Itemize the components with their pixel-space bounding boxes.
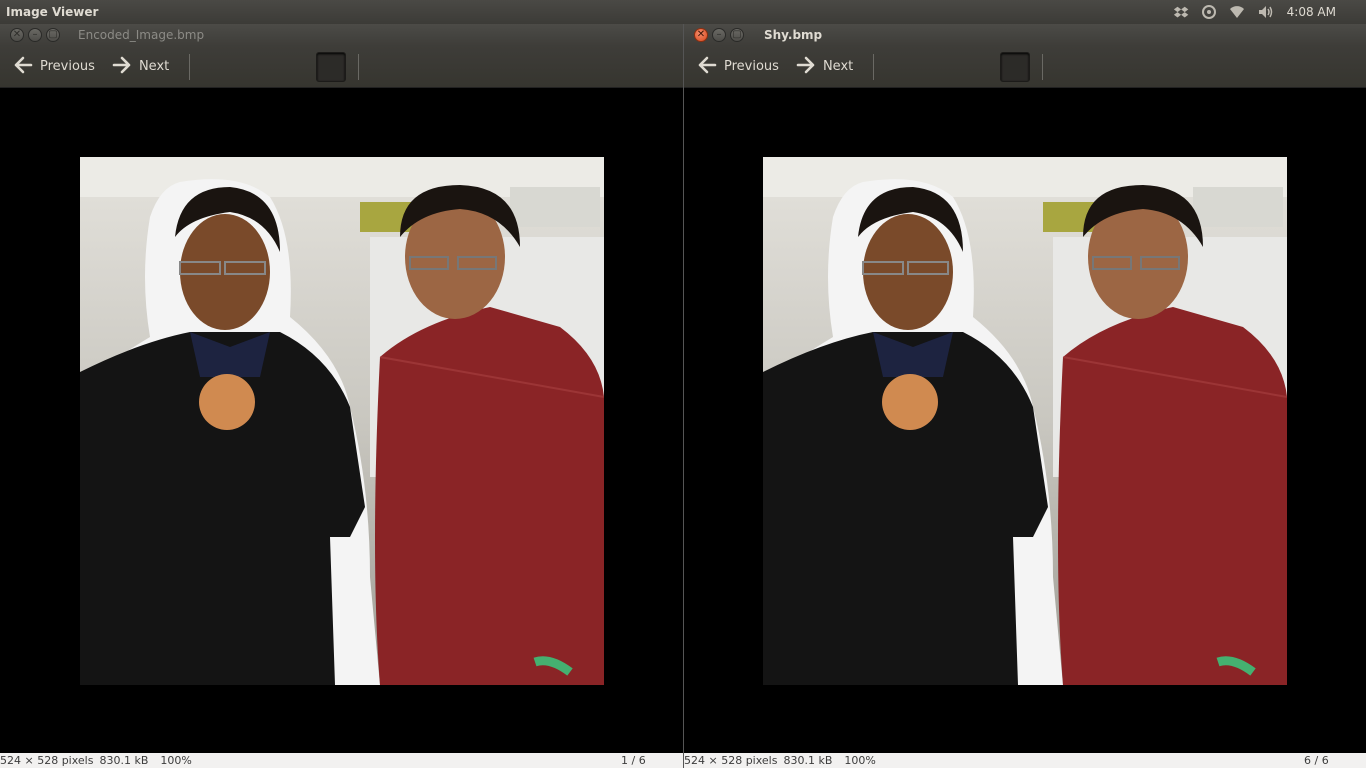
toolbar-separator: [1042, 53, 1044, 80]
toolbar-separator: [873, 53, 875, 80]
next-button[interactable]: Next: [791, 51, 865, 83]
image-viewport[interactable]: [0, 89, 683, 753]
zoom-in-button[interactable]: [202, 52, 238, 92]
maximize-button[interactable]: ▢: [46, 28, 60, 42]
statusbar: 524 × 528 pixels 830.1 kB 100% 6 / 6: [684, 753, 1366, 768]
arrow-right-icon: [111, 54, 133, 80]
arrow-left-icon: [12, 54, 34, 80]
photo-right: [763, 157, 1287, 685]
arrow-right-icon: [795, 54, 817, 80]
statusbar: 524 × 528 pixels 830.1 kB 100% 1 / 6: [0, 753, 683, 768]
clock[interactable]: 4:08 AM: [1279, 5, 1366, 19]
status-zoom: 100%: [844, 754, 876, 767]
rotate-right-button[interactable]: [1093, 52, 1129, 93]
indicator-area: 4:08 AM: [1167, 0, 1366, 24]
previous-label: Previous: [40, 59, 95, 74]
maximize-icon: ▢: [732, 29, 742, 40]
normal-size-button[interactable]: [278, 52, 314, 92]
rotate-left-button[interactable]: [1055, 52, 1090, 93]
wifi-icon[interactable]: [1223, 0, 1251, 24]
close-button[interactable]: ✕: [694, 28, 708, 42]
window-title: Shy.bmp: [764, 28, 823, 42]
best-fit-button[interactable]: [316, 51, 352, 92]
viewer-window-right: ✕ – ▢ Shy.bmp Previous Next 524 × 528 pi…: [683, 24, 1366, 768]
toolbar: Previous Next: [684, 46, 1366, 93]
next-label: Next: [822, 59, 854, 74]
maximize-icon: ▢: [48, 29, 58, 40]
status-filesize: 830.1 kB: [783, 754, 833, 767]
dropbox-icon[interactable]: [1167, 0, 1195, 24]
previous-button[interactable]: Previous: [8, 51, 107, 83]
close-button[interactable]: ✕: [10, 28, 24, 42]
zoom-out-button[interactable]: [240, 52, 276, 92]
best-fit-button[interactable]: [1000, 51, 1036, 92]
next-label: Next: [138, 59, 170, 74]
normal-size-button[interactable]: [962, 52, 998, 92]
photo-image: [80, 157, 604, 685]
arrow-left-icon: [696, 54, 718, 80]
photo-left: [80, 157, 604, 685]
rotate-right-button[interactable]: [409, 52, 445, 93]
toolbar-separator: [189, 53, 191, 80]
zoom-out-button[interactable]: [924, 52, 960, 92]
status-filesize: 830.1 kB: [99, 754, 149, 767]
status-dimensions: 524 × 528 pixels: [0, 754, 94, 767]
toolbar-separator: [358, 53, 360, 80]
maximize-button[interactable]: ▢: [730, 28, 744, 42]
volume-icon[interactable]: [1251, 0, 1279, 24]
image-viewport[interactable]: [684, 89, 1366, 753]
titlebar[interactable]: ✕ – ▢ Shy.bmp: [684, 24, 1366, 46]
top-panel: Image Viewer 4:08 AM: [0, 0, 1366, 24]
close-icon: ✕: [696, 29, 706, 40]
status-position: 6 / 6: [1304, 754, 1329, 767]
rotate-left-button[interactable]: [371, 52, 406, 93]
viewer-window-left: ✕ – ▢ Encoded_Image.bmp Previous Next 52…: [0, 24, 683, 768]
minimize-button[interactable]: –: [712, 28, 726, 42]
previous-label: Previous: [724, 59, 779, 74]
minimize-button[interactable]: –: [28, 28, 42, 42]
status-position: 1 / 6: [621, 754, 646, 767]
app-title: Image Viewer: [6, 5, 99, 19]
sync-icon[interactable]: [1195, 0, 1223, 24]
minimize-icon: –: [32, 29, 38, 40]
zoom-in-button[interactable]: [886, 52, 922, 92]
titlebar[interactable]: ✕ – ▢ Encoded_Image.bmp: [0, 24, 683, 46]
toolbar: Previous Next: [0, 46, 683, 93]
photo-image: [763, 157, 1287, 685]
window-title: Encoded_Image.bmp: [78, 28, 205, 42]
close-icon: ✕: [12, 29, 22, 40]
next-button[interactable]: Next: [107, 51, 181, 83]
previous-button[interactable]: Previous: [692, 51, 791, 83]
status-zoom: 100%: [160, 754, 192, 767]
status-dimensions: 524 × 528 pixels: [684, 754, 778, 767]
minimize-icon: –: [716, 29, 722, 40]
